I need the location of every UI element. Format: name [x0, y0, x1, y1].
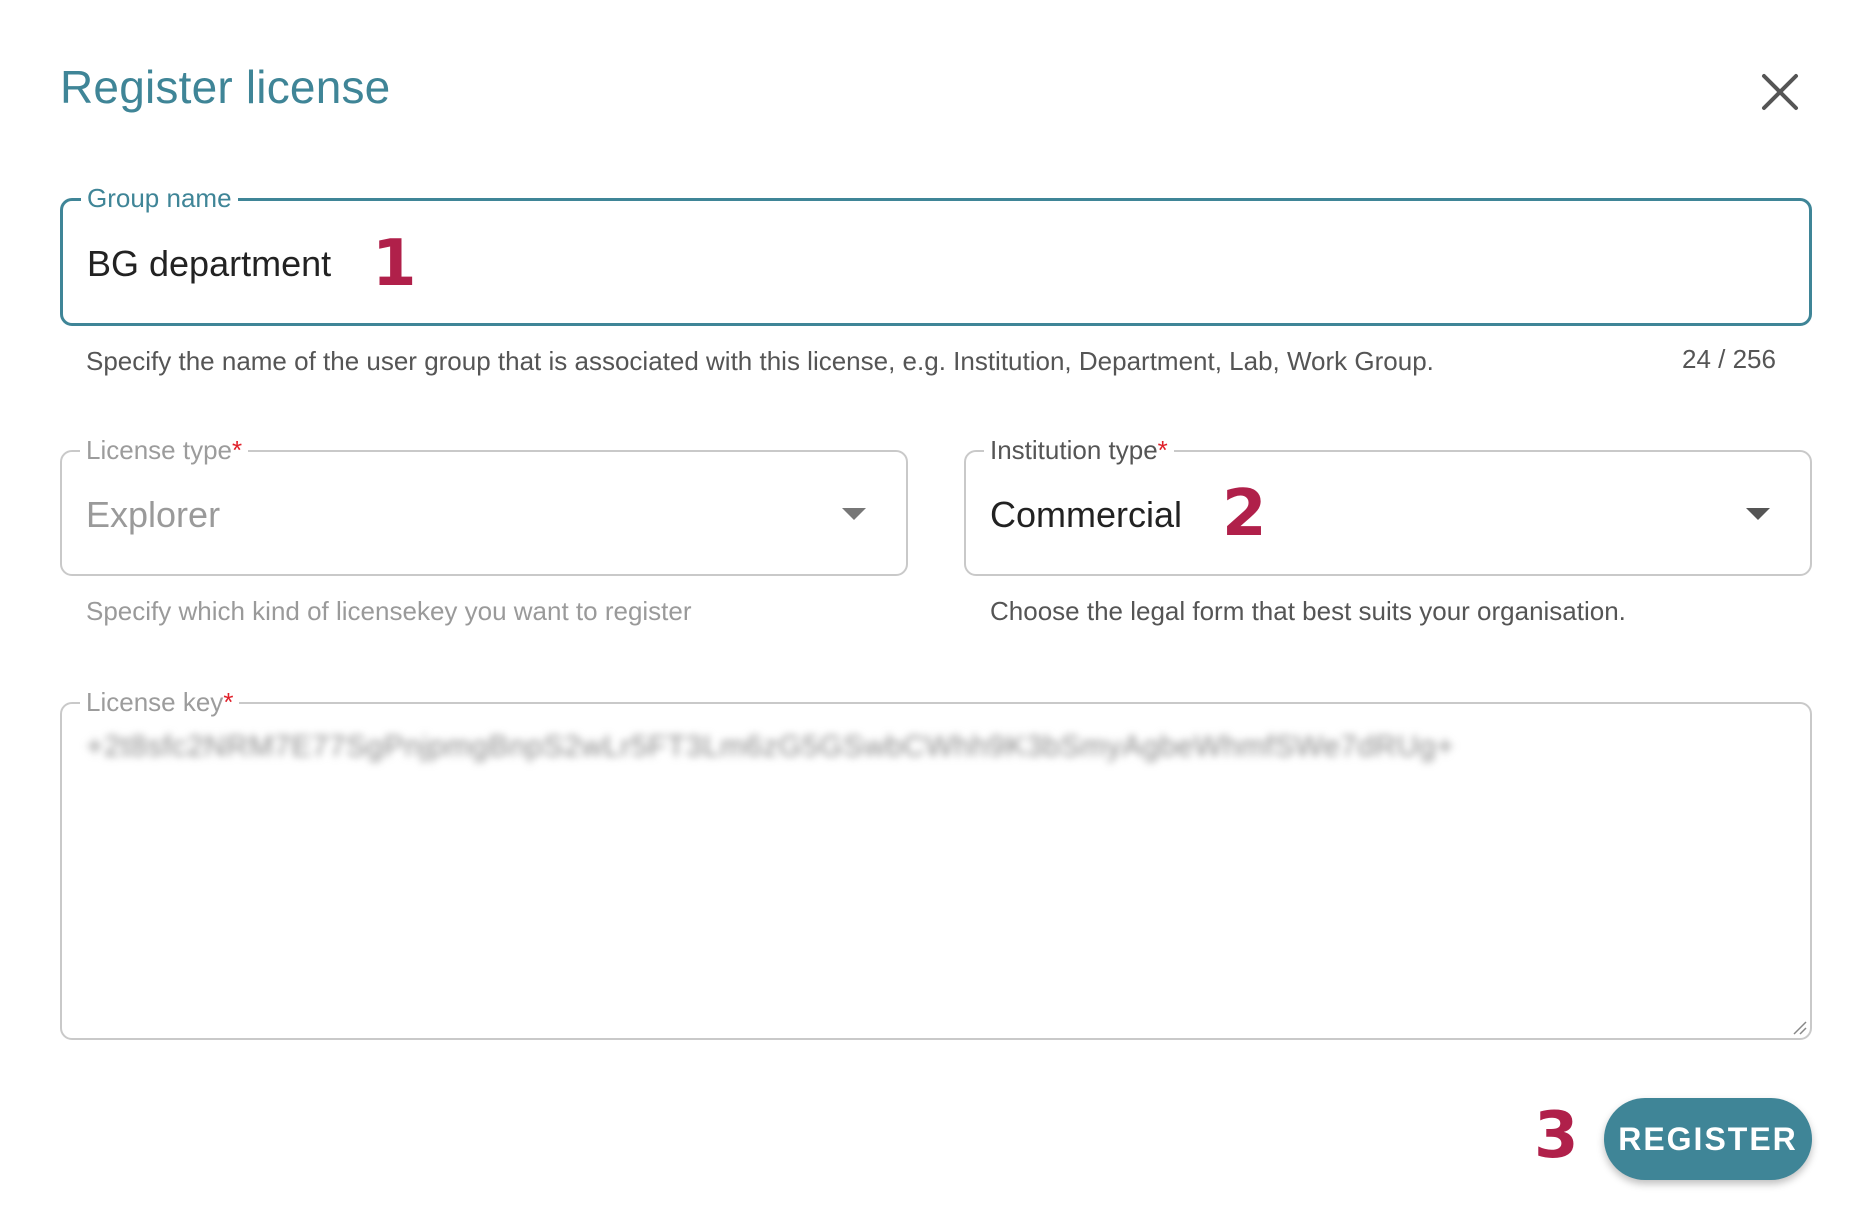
register-license-dialog: Register license Group name BG departmen… — [0, 0, 1852, 1216]
close-button[interactable] — [1750, 62, 1810, 122]
register-button[interactable]: REGISTER — [1604, 1098, 1812, 1180]
group-name-field[interactable]: Group name BG department — [60, 183, 1812, 326]
annotation-marker-2: 2 — [1222, 477, 1267, 551]
group-name-label: Group name — [81, 183, 238, 213]
close-icon — [1762, 74, 1798, 110]
group-name-char-counter: 24 / 256 — [1682, 344, 1776, 374]
dropdown-arrow-icon — [842, 508, 866, 520]
license-key-label: License key* — [80, 687, 240, 717]
license-key-value[interactable]: +2t8sfc2NRM7E77SgPnjpmgBnpS2wLr5FT3Lm6zG… — [86, 730, 1454, 764]
group-name-value[interactable]: BG department — [87, 243, 331, 285]
dropdown-arrow-icon[interactable] — [1746, 508, 1770, 520]
license-type-helper: Specify which kind of licensekey you wan… — [86, 596, 692, 626]
institution-type-value[interactable]: Commercial — [990, 494, 1182, 536]
license-type-select: License type* Explorer — [60, 435, 908, 576]
required-asterisk: * — [1157, 435, 1168, 465]
institution-type-select[interactable]: Institution type* Commercial — [964, 435, 1812, 576]
license-type-label: License type* — [80, 435, 249, 465]
institution-type-label: Institution type* — [984, 435, 1174, 465]
license-key-textarea[interactable]: License key* +2t8sfc2NRM7E77SgPnjpmgBnpS… — [60, 687, 1812, 1040]
annotation-marker-3: 3 — [1534, 1099, 1579, 1173]
institution-type-helper: Choose the legal form that best suits yo… — [990, 596, 1626, 626]
license-type-value: Explorer — [86, 494, 221, 535]
dialog-title: Register license — [60, 61, 391, 113]
required-asterisk: * — [231, 435, 243, 465]
annotation-marker-1: 1 — [372, 227, 417, 301]
resize-handle-icon[interactable] — [1790, 1018, 1808, 1036]
group-name-helper: Specify the name of the user group that … — [86, 346, 1434, 376]
required-asterisk: * — [223, 687, 234, 717]
